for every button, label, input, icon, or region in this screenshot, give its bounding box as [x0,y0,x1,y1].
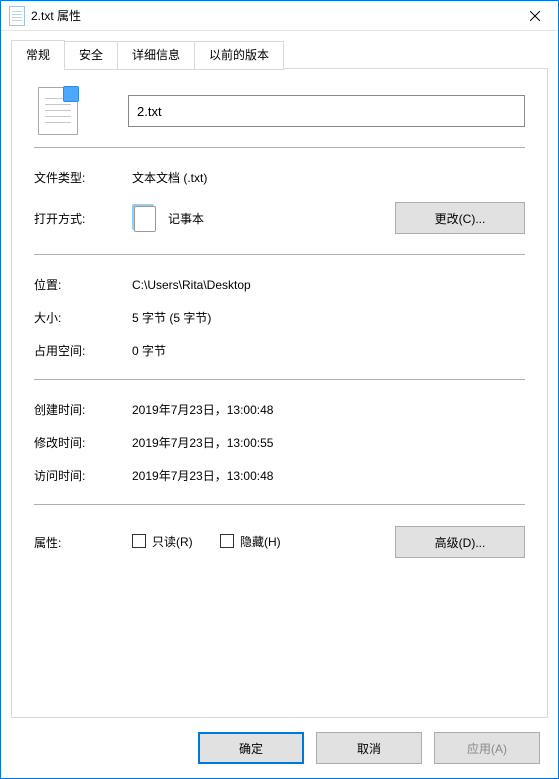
close-button[interactable] [512,1,558,31]
label-opens-with: 打开方式: [34,210,132,227]
row-opens-with: 打开方式: 记事本 更改(C)... [34,194,525,242]
divider [34,504,525,506]
tab-security[interactable]: 安全 [64,41,118,70]
tab-content-general: 文件类型: 文本文档 (.txt) 打开方式: 记事本 更改(C)... 位置:… [11,69,548,718]
divider [34,254,525,256]
label-accessed: 访问时间: [34,467,132,484]
row-attributes: 属性: 只读(R) 隐藏(H) 高级(D)... [34,518,525,566]
label-size: 大小: [34,309,132,326]
label-location: 位置: [34,276,132,293]
row-filetype: 文件类型: 文本文档 (.txt) [34,161,525,194]
checkbox-readonly[interactable]: 只读(R) [132,533,193,550]
label-filetype: 文件类型: [34,169,132,186]
value-location: C:\Users\Rita\Desktop [132,278,525,292]
advanced-button[interactable]: 高级(D)... [395,526,525,558]
close-icon [530,11,540,21]
checkbox-readonly-label: 只读(R) [152,533,193,550]
titlebar-title: 2.txt 属性 [31,7,512,24]
apply-button[interactable]: 应用(A) [434,732,540,764]
label-created: 创建时间: [34,401,132,418]
divider [34,379,525,381]
value-attributes: 只读(R) 隐藏(H) [132,533,395,552]
ok-button[interactable]: 确定 [198,732,304,764]
opens-with-text: 记事本 [168,210,204,227]
value-size: 5 字节 (5 字节) [132,309,525,326]
row-location: 位置: C:\Users\Rita\Desktop [34,268,525,301]
value-created: 2019年7月23日，13:00:48 [132,401,525,418]
label-modified: 修改时间: [34,434,132,451]
filename-row [34,87,525,135]
checkbox-box [132,534,146,548]
value-accessed: 2019年7月23日，13:00:48 [132,467,525,484]
row-created: 创建时间: 2019年7月23日，13:00:48 [34,393,525,426]
change-button[interactable]: 更改(C)... [395,202,525,234]
row-accessed: 访问时间: 2019年7月23日，13:00:48 [34,459,525,492]
divider [34,147,525,149]
notepad-icon [132,204,160,232]
value-modified: 2019年7月23日，13:00:55 [132,434,525,451]
checkbox-hidden-label: 隐藏(H) [240,533,281,550]
tab-bar: 常规 安全 详细信息 以前的版本 [11,39,548,69]
cancel-button[interactable]: 取消 [316,732,422,764]
label-attributes: 属性: [34,534,132,551]
row-size: 大小: 5 字节 (5 字节) [34,301,525,334]
content-area: 常规 安全 详细信息 以前的版本 文件类型: 文本文档 (.txt) 打开方式: [1,31,558,718]
row-size-on-disk: 占用空间: 0 字节 [34,334,525,367]
value-filetype: 文本文档 (.txt) [132,169,525,186]
checkbox-hidden[interactable]: 隐藏(H) [220,533,281,550]
tab-details[interactable]: 详细信息 [117,41,195,70]
titlebar: 2.txt 属性 [1,1,558,31]
file-icon-small [9,6,25,26]
properties-dialog: 2.txt 属性 常规 安全 详细信息 以前的版本 文件类型: [0,0,559,779]
row-modified: 修改时间: 2019年7月23日，13:00:55 [34,426,525,459]
tab-previous-versions[interactable]: 以前的版本 [194,41,284,70]
tab-general[interactable]: 常规 [11,40,65,69]
file-icon [38,87,78,135]
filename-input[interactable] [128,95,525,127]
checkbox-box [220,534,234,548]
value-size-on-disk: 0 字节 [132,342,525,359]
label-size-on-disk: 占用空间: [34,342,132,359]
value-opens-with: 记事本 [132,204,395,232]
button-bar: 确定 取消 应用(A) [1,718,558,778]
